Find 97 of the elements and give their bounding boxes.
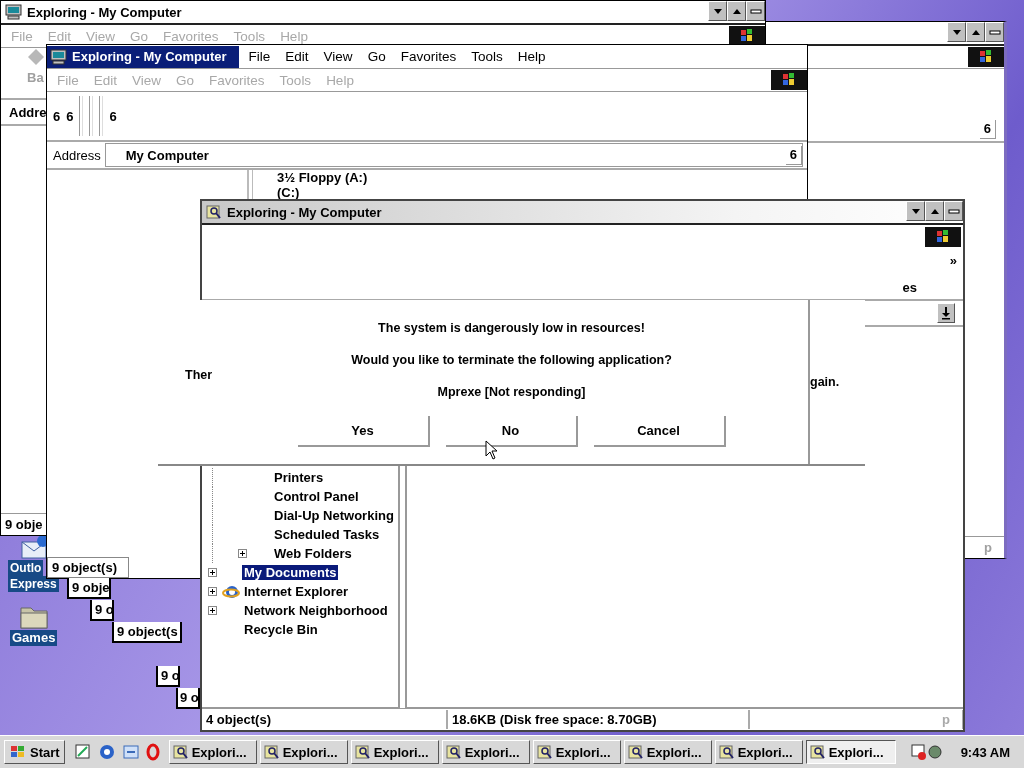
toolbar-label[interactable]: es [902, 280, 917, 295]
tray-icons [910, 743, 943, 761]
magnifier-folder-icon [206, 204, 222, 220]
expand-icon[interactable] [237, 549, 247, 558]
icon-label[interactable]: Games [10, 630, 58, 646]
dialog-button[interactable]: Yes [297, 416, 430, 447]
bar-button[interactable] [746, 1, 765, 21]
start-button[interactable]: Start [4, 740, 65, 764]
status-text: 4 object(s) [202, 710, 447, 729]
expand-icon[interactable] [207, 587, 217, 596]
flag-logo-icon [771, 70, 807, 90]
taskbar-button[interactable]: Explori... [350, 740, 439, 764]
flag-logo-icon [729, 26, 765, 46]
flag-logo-icon [9, 745, 27, 759]
taskbar-button[interactable]: Explori... [714, 740, 803, 764]
status-text: 9 object(s [112, 622, 182, 643]
taskbar-button[interactable]: Explori... [168, 740, 257, 764]
flag-logo-icon [968, 47, 1004, 67]
dialog-button[interactable]: No [445, 416, 578, 447]
menu-item[interactable]: View [323, 49, 353, 64]
magnifier-folder-icon [354, 744, 371, 760]
menu-item[interactable]: Help [517, 49, 546, 64]
up-arrow-button[interactable] [925, 201, 944, 221]
tree-item[interactable]: Scheduled Tasks [272, 527, 382, 542]
magnifier-folder-icon [718, 744, 735, 760]
ring-icon[interactable] [145, 743, 160, 761]
address-field[interactable]: My Computer 6 [104, 143, 803, 167]
taskbar-button[interactable]: Explori... [259, 740, 348, 764]
expand-icon[interactable] [207, 606, 217, 615]
status-text: p [749, 710, 963, 729]
magnifier-folder-icon [809, 744, 826, 760]
back-arrow-icon [27, 48, 45, 66]
icon-label[interactable]: Outlo [8, 560, 44, 576]
menu-item[interactable]: Go [367, 49, 386, 64]
tree-item[interactable]: My Documents [242, 565, 339, 580]
menu-item[interactable]: Tools [471, 49, 503, 64]
magnifier-folder-icon [445, 744, 462, 760]
flag-logo-icon [925, 227, 961, 247]
dropdown-button[interactable] [937, 303, 955, 323]
address-label: Addre [9, 104, 47, 120]
taskbar-button[interactable]: Explori... [532, 740, 621, 764]
status-text: 18.6KB (Disk free space: 8.70GB) [447, 710, 749, 729]
menu-item[interactable]: Edit [285, 49, 309, 64]
icon-label[interactable]: Express [8, 576, 59, 592]
tree-item[interactable]: Web Folders [272, 546, 354, 561]
bar-button[interactable] [944, 201, 963, 221]
down-arrow-button[interactable] [906, 201, 925, 221]
address-label: Address [53, 147, 101, 163]
status-text: 9 o [176, 688, 200, 709]
taskbar-button[interactable]: Explori... [623, 740, 712, 764]
desktop-shortcut-icon[interactable] [73, 743, 92, 761]
menu-item[interactable]: Favorites [400, 49, 457, 64]
down-arrow-button[interactable] [708, 1, 727, 21]
status-text: 9 object(s) [47, 557, 129, 578]
magnifier-folder-icon [172, 744, 189, 760]
download-arrow-icon [941, 306, 951, 320]
computer-icon [5, 4, 22, 20]
message-fragment: Ther [185, 368, 213, 382]
taskbar-button[interactable]: Explori... [805, 740, 896, 764]
clock-text: 9:43 AM [960, 744, 1010, 760]
message-fragment: gain. [810, 375, 840, 389]
drive-item[interactable]: (C:) [277, 185, 300, 200]
menu-item[interactable]: File [248, 49, 271, 64]
toolbar-label[interactable]: 6 [53, 108, 61, 124]
message-text: The system is dangerously low in resources! [378, 320, 645, 337]
magnifier-folder-icon [536, 744, 553, 760]
globe-icon[interactable] [97, 743, 116, 761]
tree-item[interactable]: Control Panel [272, 489, 361, 504]
mouse-cursor-icon [485, 440, 498, 460]
magnifier-folder-icon [263, 744, 280, 760]
dropdown-button[interactable]: 6 [979, 119, 996, 139]
window-title: Exploring - My Computer [72, 49, 227, 64]
toolbar-label[interactable]: 6 [66, 108, 74, 124]
up-arrow-button[interactable] [727, 1, 746, 21]
tree-item[interactable]: Printers [272, 470, 326, 485]
taskbar-button[interactable]: Explori... [441, 740, 530, 764]
up-arrow-button[interactable] [966, 22, 985, 42]
mail-icon[interactable] [121, 743, 140, 761]
computer-icon [50, 48, 67, 65]
window-title: Exploring - My Computer [227, 204, 382, 220]
tree-item[interactable]: Recycle Bin [242, 622, 320, 637]
drive-item[interactable]: 3½ Floppy (A:) [277, 170, 368, 185]
magnifier-folder-icon [627, 744, 644, 760]
expand-icon[interactable] [207, 568, 217, 577]
down-arrow-button[interactable] [947, 22, 966, 42]
status-text: p [983, 539, 993, 557]
window-title: Exploring - My Computer [27, 4, 182, 20]
message-text: Would you like to terminate the following application? [351, 352, 672, 369]
dialog-button[interactable]: Cancel [593, 416, 726, 447]
bar-button[interactable] [985, 22, 1004, 42]
tree-item[interactable]: Network Neighborhood [242, 603, 390, 618]
message-text: Mprexe [Not responding] [437, 384, 586, 401]
status-text: 9 obje [67, 578, 111, 599]
tree-item[interactable]: Dial-Up Networking [272, 508, 396, 523]
toolbar-label[interactable]: 6 [109, 108, 117, 124]
chevron-button[interactable]: » [949, 253, 957, 268]
tree-item[interactable]: Internet Explorer [242, 584, 351, 599]
